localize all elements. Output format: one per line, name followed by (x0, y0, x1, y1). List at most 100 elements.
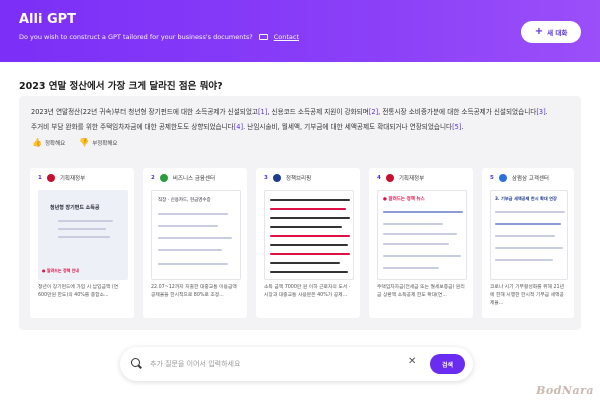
thumbnail-line (270, 217, 350, 219)
search-icon (131, 358, 140, 367)
thumbnail-line (270, 208, 346, 210)
answer-text: 2023년 연말정산(22년 귀속)부터 청년형 장기펀드에 대한 소득공제가 … (31, 105, 576, 135)
source-thumbnail: 청년형 장기펀드 소득공 ● 알려드는 정책 안내 (38, 190, 128, 280)
thumbnail-line (270, 235, 350, 237)
answer-segment: . 난임시술비, 월세액, 기부금에 대한 세액공제도 확대되거나 연장되었습니… (243, 123, 453, 131)
answer-segment: 주거비 부담 완화를 위한 주택임차자금에 대한 공제한도도 상향되었습니다 (31, 123, 234, 131)
thumbnail-line (58, 228, 106, 230)
source-card[interactable]: 3 정책브리핑 소득 금액 7000만 원 이하 근로자의 도서 · 시장과 대… (256, 168, 360, 318)
feedback-row: 👍 정확해요 👎 부정확해요 (32, 138, 118, 148)
source-name: 삼쩜삼 고객센터 (511, 176, 549, 182)
answer-panel: 2023년 연말정산(22년 귀속)부터 청년형 장기펀드에 대한 소득공제가 … (19, 96, 581, 330)
close-icon[interactable]: ✕ (408, 357, 416, 367)
source-logo-icon (46, 174, 55, 182)
thumbnail-line (383, 223, 443, 225)
app-header: Alli GPT Do you wish to construct a GPT … (0, 0, 600, 62)
source-cards: 1 기획재정부 청년형 장기펀드 소득공 ● 알려드는 정책 안내 청년이 장기… (19, 168, 581, 318)
source-thumbnail (264, 190, 354, 280)
not-helpful-button[interactable]: 👎 부정확해요 (79, 138, 118, 148)
app-title: Alli GPT (19, 12, 77, 27)
source-snippet: 주택임차자금(전세금 또는 월세보증금) 원리금 상환액 소득공제 한도 확대(… (377, 285, 465, 298)
source-header: 5 삼쩜삼 고객센터 (490, 174, 549, 182)
source-snippet: 청년이 장기펀드에 가입 시 납입금액 (연 600만원 한도)의 40%를 종… (38, 285, 119, 298)
source-header: 1 기획재정부 (38, 174, 85, 182)
citation-link[interactable]: [3] (536, 108, 545, 116)
thumbs-down-icon: 👎 (79, 138, 90, 147)
thumbnail-line (495, 223, 561, 225)
answer-segment: . (545, 108, 548, 116)
source-thumbnail: 직장 · 신용카드, 현금영수증 (151, 190, 241, 280)
source-number: 5 (490, 175, 494, 181)
mail-icon (258, 34, 268, 40)
thumbnail-line (158, 213, 228, 215)
source-snippet: 소득 금액 7000만 원 이하 근로자의 도서 · 시장과 대중교통 사용분은… (264, 285, 351, 298)
search-button[interactable]: 검색 (430, 354, 465, 374)
source-number: 4 (377, 175, 381, 181)
not-helpful-label: 부정확해요 (92, 141, 118, 147)
source-card[interactable]: 5 삼쩜삼 고객센터 3. 기부금 세액공제 한시 확대 연장 코로나 시기 기… (482, 168, 574, 318)
source-number: 1 (38, 175, 42, 181)
thumbnail-line (158, 225, 218, 227)
thumbnail-line (270, 199, 350, 201)
watermark-logo: BodNara (536, 384, 594, 397)
thumbnail-line (495, 247, 563, 249)
new-chat-label: 새 대화 (547, 29, 568, 37)
answer-segment: . (461, 123, 464, 131)
source-thumbnail: 3. 기부금 세액공제 한시 확대 연장 (490, 190, 568, 280)
citation-link[interactable]: [2] (369, 108, 378, 116)
thumbnail-line (158, 249, 222, 251)
plus-icon: + (534, 26, 544, 37)
thumbnail-title: 직장 · 신용카드, 현금영수증 (158, 198, 211, 203)
thumbnail-line (383, 255, 461, 257)
source-card[interactable]: 1 기획재정부 청년형 장기펀드 소득공 ● 알려드는 정책 안내 청년이 장기… (30, 168, 134, 318)
source-name: 정책브리핑 (285, 176, 312, 182)
thumbnail-line (495, 259, 553, 261)
source-name: 기획재정부 (59, 176, 86, 182)
thumbnail-line (158, 263, 228, 265)
new-chat-button[interactable]: + 새 대화 (521, 21, 581, 43)
source-header: 3 정책브리핑 (264, 174, 311, 182)
thumbnail-line (383, 233, 457, 235)
source-number: 3 (264, 175, 268, 181)
thumbnail-title: 3. 기부금 세액공제 한시 확대 연장 (495, 196, 557, 201)
thumbnail-line (495, 211, 565, 213)
contact-link[interactable]: Contact (274, 33, 299, 41)
source-logo-icon (498, 174, 507, 182)
helpful-button[interactable]: 👍 정확해요 (32, 138, 66, 148)
source-logo-icon (385, 174, 394, 182)
thumbnail-line (158, 237, 232, 239)
thumbnail-title: ● 알려드는 정책 뉴스 (383, 197, 425, 202)
thumbnail-line (270, 253, 350, 255)
source-card[interactable]: 2 비즈니스 금융센터 직장 · 신용카드, 현금영수증 22.07~12까지 … (143, 168, 247, 318)
thumbnail-line (270, 271, 348, 273)
thumbnail-line (383, 211, 463, 213)
source-logo-icon (272, 174, 281, 182)
question-input[interactable] (150, 355, 390, 373)
helpful-label: 정확해요 (44, 141, 66, 147)
thumbnail-line (58, 220, 113, 222)
citation-link[interactable]: [1] (258, 108, 267, 116)
thumbs-up-icon: 👍 (32, 138, 42, 147)
source-logo-icon (159, 174, 168, 182)
thumbnail-line (58, 236, 110, 238)
question-input-bar: ✕ 검색 (120, 347, 473, 381)
answer-segment: , 신용코드 소득공제 지원이 강화되며 (267, 108, 369, 116)
source-card[interactable]: 4 기획재정부 ● 알려드는 정책 뉴스 주택임차자금(전세금 또는 월세보증금… (369, 168, 473, 318)
answer-segment: , 전통시장 소비증가분에 대한 소득공제가 신설되었습니다 (378, 108, 537, 116)
source-snippet: 코로나 시기 기부활성화를 위해 21년에 한해 시행한 한시적 기부금 세액공… (490, 285, 564, 306)
thumbnail-line (270, 226, 342, 228)
source-header: 2 비즈니스 금융센터 (151, 174, 215, 182)
thumbnail-line (383, 243, 449, 245)
thumbnail-line (495, 235, 555, 237)
citation-link[interactable]: [4] (234, 123, 243, 131)
source-number: 2 (151, 175, 155, 181)
thumbnail-line (270, 262, 340, 264)
source-snippet: 22.07~12까지 지출한 대중교통 이용금액 공제율을 한시적으로 80%로… (151, 285, 237, 298)
source-name: 비즈니스 금융센터 (172, 176, 216, 182)
header-subline: Do you wish to construct a GPT tailored … (19, 33, 299, 41)
question-title: 2023 연말 정산에서 가장 크게 달라진 점은 뭐야? (19, 81, 223, 92)
thumbnail-line (270, 244, 348, 246)
thumbnail-title: 청년형 장기펀드 소득공 (50, 205, 100, 211)
thumbnail-line (383, 267, 439, 269)
source-header: 4 기획재정부 (377, 174, 424, 182)
